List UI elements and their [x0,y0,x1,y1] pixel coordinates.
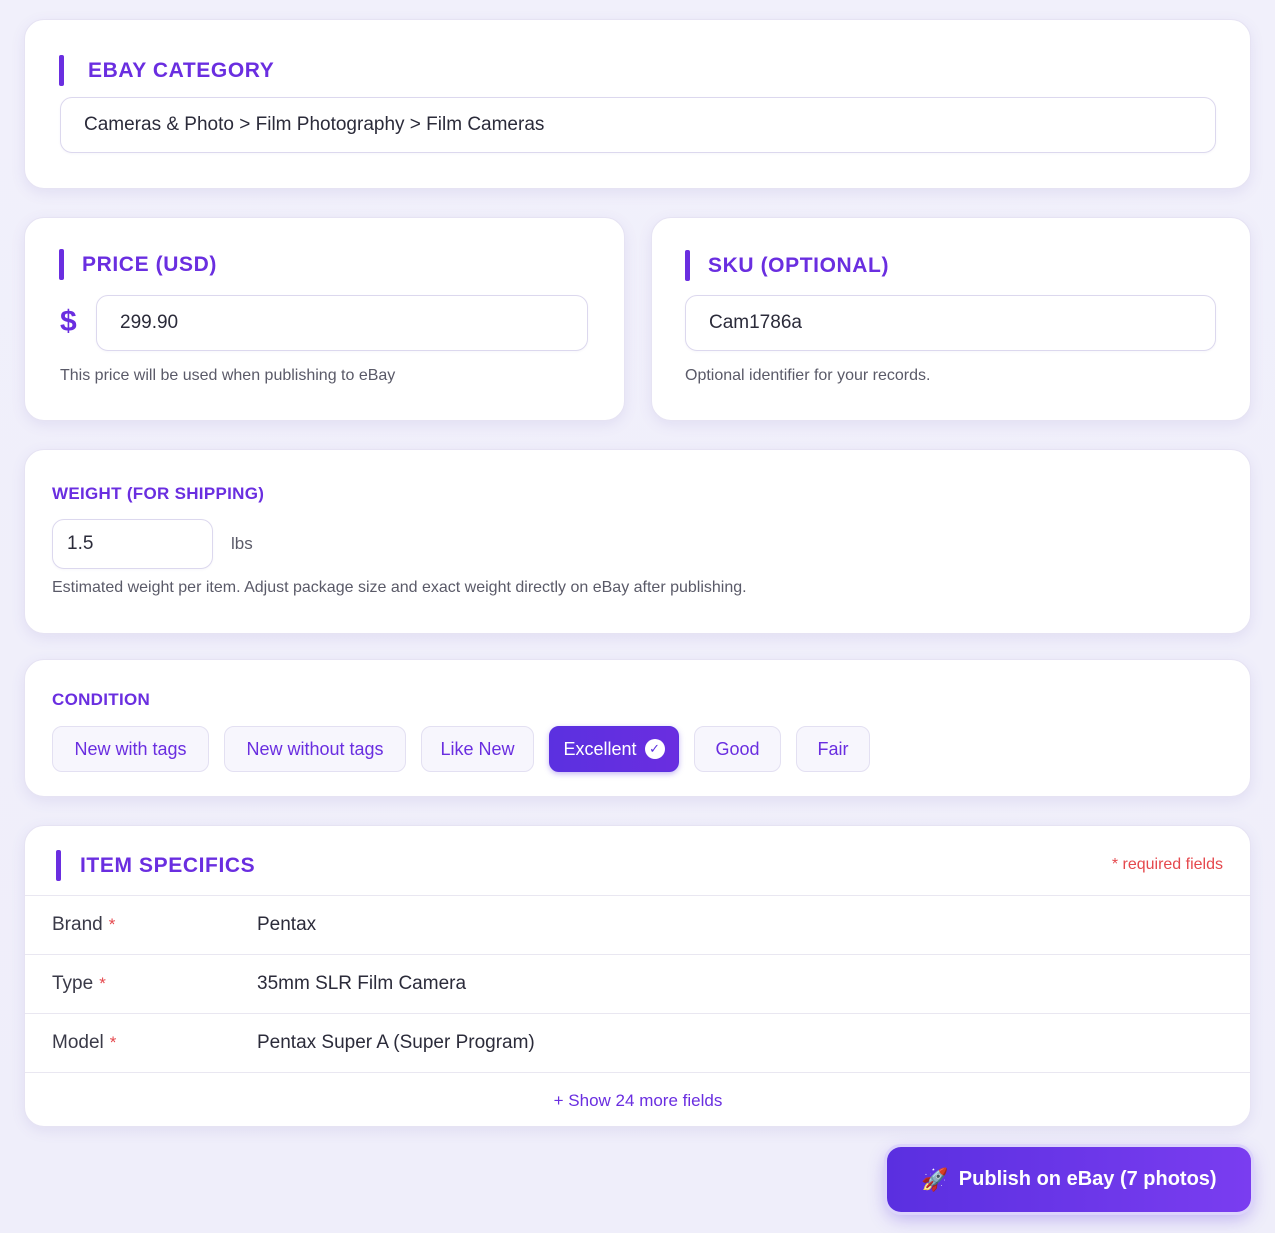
heading-accent-bar [685,250,690,281]
required-asterisk-icon: * [109,1033,117,1052]
weight-unit: lbs [231,534,253,553]
dollar-sign-icon: $ [60,305,77,338]
price-title: PRICE (USD) [82,252,217,276]
chip-label: Like New [440,738,515,759]
spec-label: Brand * [52,914,115,936]
price-heading: PRICE (USD) [59,249,217,280]
required-asterisk-icon: * [108,915,116,934]
required-fields-note: * required fields [1111,856,1223,873]
checkmark-icon: ✓ [644,739,665,759]
weight-input[interactable]: 1.5 [52,519,213,569]
show-more-row: + Show 24 more fields [25,1072,1250,1126]
table-row[interactable]: Brand * Pentax [25,895,1250,954]
sku-title: SKU (OPTIONAL) [708,253,890,277]
price-help-text: This price will be used when publishing … [60,367,396,384]
sku-heading: SKU (OPTIONAL) [685,250,889,281]
table-row[interactable]: Type * 35mm SLR Film Camera [25,954,1250,1013]
spec-label-text: Brand [52,914,103,935]
chip-label: New with tags [74,738,187,759]
show-more-fields-link[interactable]: + Show 24 more fields [554,1091,723,1111]
heading-accent-bar [59,249,64,280]
spec-label-text: Model [52,1032,104,1053]
chip-label: Fair [817,738,849,759]
heading-accent-bar [59,55,64,86]
sku-input[interactable]: Cam1786a [685,295,1216,351]
heading-accent-bar [56,850,61,881]
price-card: PRICE (USD) $ 299.90 This price will be … [24,217,625,421]
spec-label: Model * [52,1032,116,1054]
weight-card: WEIGHT (FOR SHIPPING) 1.5 lbs Estimated … [24,449,1251,634]
weight-title: WEIGHT (FOR SHIPPING) [52,484,265,503]
table-row[interactable]: Model * Pentax Super A (Super Program) [25,1013,1250,1072]
condition-option-like-new[interactable]: Like New [421,726,534,772]
item-specifics-heading: ITEM SPECIFICS [56,850,255,881]
sku-help-text: Optional identifier for your records. [685,367,931,384]
spec-value[interactable]: 35mm SLR Film Camera [257,973,466,995]
condition-option-new-with-tags[interactable]: New with tags [52,726,209,772]
condition-title: CONDITION [52,690,151,709]
price-input[interactable]: 299.90 [96,295,588,351]
chip-label: Good [715,738,760,759]
rocket-icon: 🚀 [921,1166,949,1192]
publish-button-label: Publish on eBay (7 photos) [958,1168,1217,1190]
category-title: EBAY CATEGORY [88,58,275,82]
spec-label-text: Type [52,973,94,994]
condition-option-fair[interactable]: Fair [796,726,870,772]
category-heading: EBAY CATEGORY [59,55,274,86]
chip-label: New without tags [246,738,384,759]
spec-value[interactable]: Pentax [257,914,316,936]
item-specifics-title: ITEM SPECIFICS [80,853,256,877]
required-asterisk-icon: * [99,974,106,993]
item-specifics-card: ITEM SPECIFICS * required fields Brand * … [24,825,1251,1127]
category-field[interactable]: Cameras & Photo > Film Photography > Fil… [60,97,1216,153]
sku-card: SKU (OPTIONAL) Cam1786a Optional identif… [651,217,1251,421]
condition-option-excellent[interactable]: Excellent ✓ [549,726,679,772]
chip-label: Excellent [563,738,637,759]
condition-option-new-without-tags[interactable]: New without tags [224,726,406,772]
spec-label: Type * [52,973,106,995]
condition-option-good[interactable]: Good [694,726,781,772]
publish-button[interactable]: 🚀 Publish on eBay (7 photos) [887,1147,1251,1212]
category-card: EBAY CATEGORY Cameras & Photo > Film Pho… [24,19,1251,189]
weight-help-text: Estimated weight per item. Adjust packag… [52,579,747,596]
spec-value[interactable]: Pentax Super A (Super Program) [257,1032,535,1054]
